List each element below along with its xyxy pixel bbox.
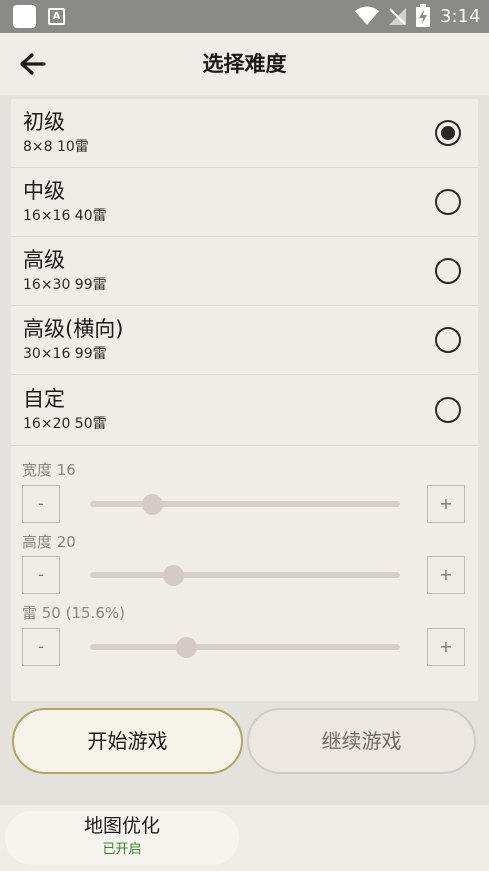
- mines-minus-button[interactable]: -: [22, 628, 60, 666]
- height-minus-button[interactable]: -: [22, 556, 60, 594]
- width-slider[interactable]: [90, 493, 400, 515]
- signal-icon: [389, 8, 406, 25]
- option-desc: 16×20 50雷: [23, 416, 107, 432]
- mines-plus-button[interactable]: +: [427, 628, 465, 666]
- clock: 3:14: [440, 6, 481, 27]
- page-title: 选择难度: [202, 52, 287, 76]
- option-expert[interactable]: 高级 16×30 99雷: [11, 237, 478, 306]
- option-intermediate[interactable]: 中级 16×16 40雷: [11, 168, 478, 237]
- app-bar: 选择难度: [0, 33, 489, 95]
- option-expert-landscape[interactable]: 高级(横向) 30×16 99雷: [11, 306, 478, 375]
- radio-unselected[interactable]: [435, 258, 461, 284]
- option-name: 自定: [23, 387, 65, 411]
- keyboard-badge-icon: A: [48, 8, 65, 25]
- option-beginner[interactable]: 初级 8×8 10雷: [11, 99, 478, 168]
- radio-unselected[interactable]: [435, 327, 461, 353]
- option-name: 初级: [23, 110, 65, 134]
- option-desc: 16×16 40雷: [23, 208, 107, 224]
- difficulty-card: 初级 8×8 10雷 中级 16×16 40雷 高级 16×30 99雷 高级(…: [11, 99, 478, 701]
- width-plus-button[interactable]: +: [427, 485, 465, 523]
- radio-unselected[interactable]: [435, 397, 461, 423]
- height-label: 高度 20: [22, 533, 76, 551]
- notification-icon: [13, 5, 36, 28]
- slider-thumb[interactable]: [141, 493, 163, 515]
- option-name: 高级(横向): [23, 317, 124, 341]
- wifi-icon: [355, 6, 379, 25]
- option-desc: 30×16 99雷: [23, 346, 107, 362]
- width-minus-button[interactable]: -: [22, 485, 60, 523]
- map-optimize-button[interactable]: 地图优化 已开启: [5, 811, 239, 865]
- status-bar: A 3:14: [0, 0, 489, 33]
- back-arrow-icon[interactable]: [18, 52, 46, 76]
- radio-unselected[interactable]: [435, 189, 461, 215]
- height-slider[interactable]: [90, 564, 400, 586]
- start-game-button[interactable]: 开始游戏: [12, 708, 243, 774]
- continue-game-button[interactable]: 继续游戏: [247, 708, 476, 774]
- mines-slider[interactable]: [90, 636, 400, 658]
- option-desc: 16×30 99雷: [23, 277, 107, 293]
- slider-thumb[interactable]: [163, 564, 185, 586]
- height-plus-button[interactable]: +: [427, 556, 465, 594]
- width-label: 宽度 16: [22, 461, 76, 479]
- option-name: 高级: [23, 248, 65, 272]
- map-optimize-status: 已开启: [102, 842, 142, 857]
- map-optimize-title: 地图优化: [83, 815, 160, 837]
- radio-dot: [441, 126, 455, 140]
- radio-selected[interactable]: [435, 120, 461, 146]
- option-desc: 8×8 10雷: [23, 139, 89, 155]
- option-name: 中级: [23, 179, 65, 203]
- mines-label: 雷 50 (15.6%): [22, 604, 125, 622]
- slider-thumb[interactable]: [175, 636, 197, 658]
- battery-charging-icon: [416, 4, 430, 27]
- option-custom[interactable]: 自定 16×20 50雷: [11, 376, 478, 446]
